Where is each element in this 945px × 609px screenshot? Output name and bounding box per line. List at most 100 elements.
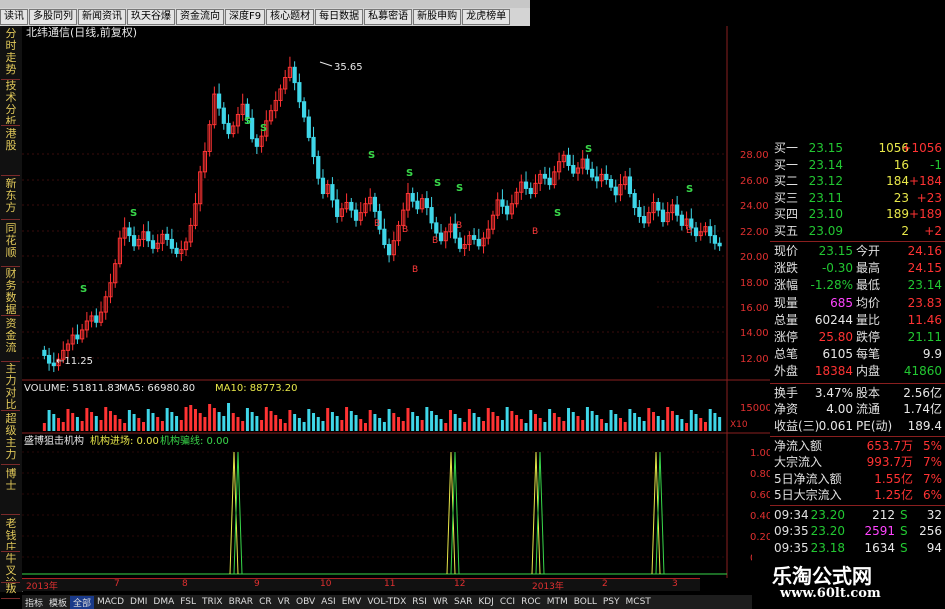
volume-bar — [368, 410, 372, 431]
stat-row: 涨跌 -0.30 最高 24.15 — [770, 260, 945, 276]
menu-item[interactable]: 深度F9 — [225, 9, 266, 25]
menu-item[interactable]: 资金流向 — [176, 9, 224, 25]
volume-bar — [652, 412, 656, 431]
candle-body — [708, 226, 713, 237]
volume-bar — [302, 422, 306, 431]
stat-row: 现价 23.15 今开 24.16 — [770, 243, 945, 259]
volume-bar — [500, 420, 504, 431]
sidebar-tab[interactable]: 分时走势 — [2, 28, 20, 78]
indicator-tab[interactable]: CCI — [497, 597, 518, 607]
indicator-tab[interactable]: ROC — [518, 597, 544, 607]
candle-body — [216, 93, 222, 109]
bottom-tab[interactable]: 指标 — [22, 596, 46, 609]
indicator-tab[interactable]: MCST — [623, 597, 654, 607]
indicator-tab[interactable]: BOLL — [571, 597, 600, 607]
flow-row: 5日净流入额 1.55亿 7% — [770, 471, 945, 487]
bottom-tab[interactable]: 全部 — [70, 595, 95, 609]
candle-body — [505, 205, 510, 215]
indicator-tab[interactable]: WR — [430, 597, 451, 607]
sidebar-tab[interactable]: 老钱庄 — [2, 518, 20, 550]
sidebar-tab[interactable]: 港股 — [2, 128, 20, 174]
menu-item[interactable]: 每日数据 — [315, 9, 364, 25]
sidebar-tab[interactable]: 财务数据 — [2, 268, 20, 314]
indicator-tab[interactable]: VR — [275, 597, 293, 607]
sidebar-divider — [1, 464, 20, 465]
volume-bar — [439, 419, 443, 431]
menu-item[interactable]: 新闻资讯 — [78, 9, 126, 25]
sidebar-tab[interactable]: 同花顺 — [2, 223, 20, 265]
volume-bar — [127, 410, 131, 431]
kline-chart[interactable]: 北纬通信(日线,前复权) 28.00 26.00 24.00 22.00 20.00 18.… — [22, 26, 770, 578]
candle-body — [330, 184, 335, 201]
bottom-tab[interactable]: 模板 — [46, 596, 70, 609]
order-level-price: 23.14 — [808, 157, 843, 172]
volume-bar — [170, 412, 174, 431]
indicator-tab[interactable]: TRIX — [199, 597, 226, 607]
volume-bar — [434, 415, 438, 431]
volume-bar — [255, 416, 259, 431]
volume-bar — [151, 413, 155, 431]
indicator-tab[interactable]: BRAR — [226, 597, 256, 607]
indicator-tab[interactable]: VOL-TDX — [364, 597, 409, 607]
indicator-tab[interactable]: MACD — [94, 597, 127, 607]
candle-body — [301, 101, 307, 118]
menu-item[interactable]: 核心题材 — [266, 9, 315, 25]
menu-item[interactable]: 玖天谷爆 — [127, 9, 175, 25]
sidebar-tab[interactable]: 超级主力 — [2, 413, 20, 463]
volume-bar — [189, 405, 193, 431]
sidebar-tab[interactable]: 技术分析 — [2, 80, 20, 124]
stat-value: 41860 — [903, 364, 942, 379]
sidebar-tab[interactable]: 主力对比 — [2, 363, 20, 409]
order-level-label: 买二 — [774, 174, 799, 188]
candle-body — [717, 242, 722, 247]
indicator-tab[interactable]: PSY — [600, 597, 623, 607]
volume-bar — [425, 407, 429, 431]
indicator-tab[interactable]: OBV — [293, 597, 318, 607]
candle-body — [675, 204, 680, 216]
candle-body — [656, 201, 661, 211]
volume-bar — [699, 418, 703, 431]
indicator-tab[interactable]: FSL — [177, 597, 199, 607]
indicator-tab[interactable]: CR — [256, 597, 275, 607]
candle-body — [174, 247, 179, 254]
indicator-tab[interactable]: SAR — [451, 597, 475, 607]
indicator-scale-label: 0.20 — [750, 532, 770, 543]
volume-bar — [496, 416, 500, 431]
indicator-tab[interactable]: RSI — [409, 597, 430, 607]
volume-bar — [529, 410, 533, 431]
stat-row: 现量 685 均价 23.83 — [770, 295, 945, 311]
candle-body — [641, 215, 647, 224]
sidebar-tab[interactable]: 牛叉诊股 — [2, 553, 20, 581]
menu-item[interactable]: 私募密语 — [364, 9, 413, 25]
sell-marker: S — [554, 208, 561, 219]
stat-label: 每笔 — [856, 347, 881, 362]
indicator-tab[interactable]: ASI — [318, 597, 339, 607]
indicator-tab[interactable]: MTM — [544, 597, 571, 607]
volume-bar — [61, 422, 65, 431]
indicator-tab[interactable]: KDJ — [475, 597, 497, 607]
menu-item[interactable]: 龙虎榜单 — [462, 9, 511, 25]
sidebar-tab[interactable]: 博士 — [2, 468, 20, 513]
volume-bar — [283, 423, 287, 431]
menu-item[interactable]: 读讯 — [0, 9, 28, 25]
sell-marker: S — [368, 150, 375, 161]
sidebar-tab[interactable]: 叛 — [2, 583, 20, 597]
volume-bar — [217, 412, 221, 431]
volume-bar — [236, 417, 240, 431]
sidebar-tab[interactable]: 新东方 — [2, 178, 20, 218]
candle-body — [150, 240, 156, 249]
candle-body — [627, 176, 633, 195]
menu-item[interactable]: 新股申购 — [413, 9, 462, 25]
sidebar-tab[interactable]: 资金流 — [2, 318, 20, 360]
volume-bar — [47, 410, 51, 431]
indicator-tab[interactable]: EMV — [339, 597, 365, 607]
volume-bar — [689, 410, 693, 431]
indicator-tab[interactable]: DMA — [150, 597, 177, 607]
indicator-tab[interactable]: DMI — [127, 597, 150, 607]
volume-bar — [543, 422, 547, 431]
volume-bar — [406, 408, 410, 431]
candle-body — [457, 237, 463, 249]
volume-bar — [581, 420, 585, 431]
candle-body — [316, 156, 321, 179]
menu-item[interactable]: 多股同列 — [29, 9, 77, 25]
